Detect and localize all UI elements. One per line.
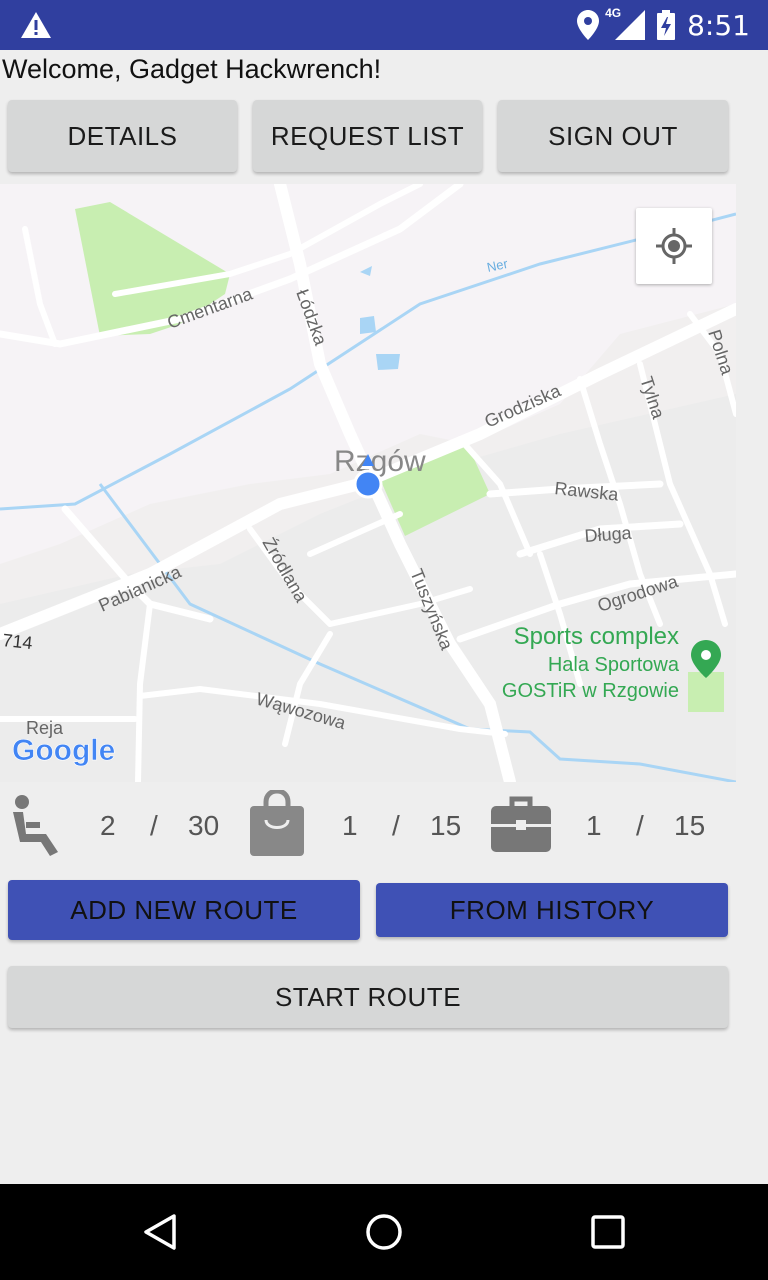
home-circle-icon [366, 1214, 402, 1250]
map-canvas: Cmentarna Łódzka Ner Grodziska Tylna Pol… [0, 184, 736, 782]
shopping-bag-icon [250, 790, 304, 856]
add-new-route-button[interactable]: ADD NEW ROUTE [8, 880, 360, 940]
back-button[interactable] [140, 1212, 180, 1257]
navigation-bar [0, 1184, 768, 1280]
luggage-used: 1 [586, 810, 602, 841]
seats-total: 30 [188, 810, 220, 841]
road-number-label: 714 [2, 630, 34, 653]
town-label: Rzgów [334, 445, 426, 478]
seats-used: 2 [100, 810, 116, 841]
from-history-button[interactable]: FROM HISTORY [376, 883, 728, 937]
briefcase-icon [491, 796, 551, 852]
poi-line: GOSTiR w Rzgowie [502, 680, 679, 702]
luggage-separator: / [636, 810, 644, 841]
status-bar: 4G 8:51 [0, 0, 768, 50]
home-button[interactable] [364, 1212, 404, 1257]
seats-separator: / [150, 810, 158, 841]
capacity-counters: 2 / 30 1 / 15 1 / 15 [0, 784, 768, 870]
warning-icon [21, 12, 51, 38]
recents-button[interactable] [590, 1212, 626, 1257]
luggage-total: 15 [674, 810, 706, 841]
battery-charging-icon [657, 10, 676, 40]
signal-icon: 4G [605, 6, 646, 40]
welcome-text: Welcome, Gadget Hackwrench! [2, 54, 382, 84]
crosshair-icon [656, 228, 692, 264]
bags-total: 15 [430, 810, 462, 841]
my-location-button[interactable] [636, 208, 712, 284]
map-view[interactable]: Cmentarna Łódzka Ner Grodziska Tylna Pol… [0, 184, 736, 782]
recents-square-icon [591, 1215, 625, 1249]
bags-separator: / [392, 810, 400, 841]
poi-line: Hala Sportowa [548, 654, 680, 676]
street-label: Długa [584, 523, 633, 546]
google-logo: Google [12, 734, 115, 767]
request-list-button[interactable]: REQUEST LIST [253, 100, 482, 172]
clock: 8:51 [687, 8, 750, 42]
poi-name: Sports complex [514, 623, 679, 650]
bags-used: 1 [342, 810, 358, 841]
wheelchair-seat-icon [13, 795, 58, 856]
start-route-button[interactable]: START ROUTE [8, 966, 728, 1028]
back-triangle-icon [144, 1214, 176, 1250]
location-pin-icon [577, 10, 600, 40]
details-button[interactable]: DETAILS [8, 100, 237, 172]
sign-out-button[interactable]: SIGN OUT [498, 100, 728, 172]
